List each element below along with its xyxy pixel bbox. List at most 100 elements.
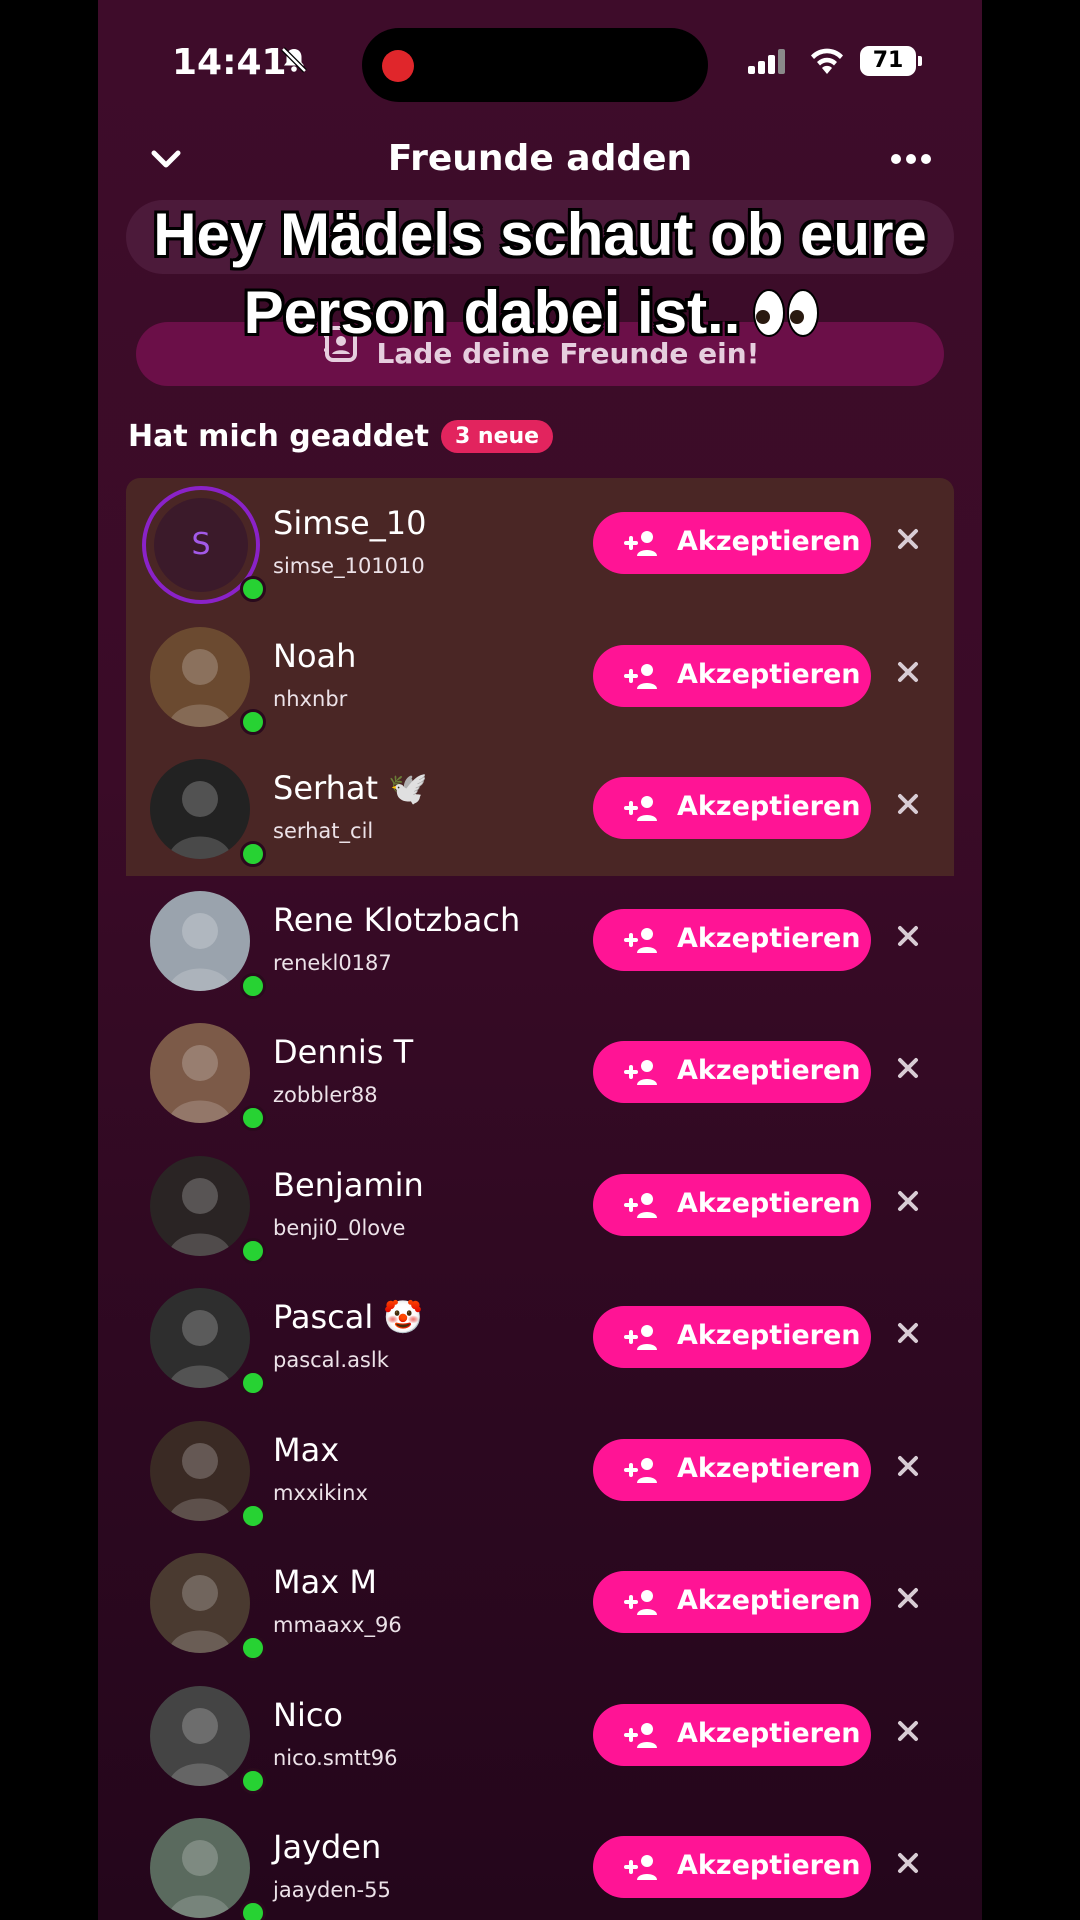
friend-request-row: Rene Klotzbach renekl0187 Akzeptieren	[98, 875, 982, 1007]
accept-label: Akzeptieren	[677, 923, 861, 954]
dismiss-close-icon[interactable]	[897, 1190, 919, 1216]
accept-button[interactable]: Akzeptieren	[593, 1571, 871, 1633]
avatar[interactable]	[150, 1686, 250, 1786]
dismiss-close-icon[interactable]	[897, 1587, 919, 1613]
clock: 14:41	[172, 42, 287, 83]
add-friend-icon	[623, 1322, 659, 1359]
online-status-dot	[240, 1768, 266, 1794]
avatar-photo-icon	[150, 1288, 250, 1388]
name-emoji: 🤡	[373, 1298, 424, 1336]
battery-level: 71	[872, 48, 904, 73]
avatar-initial: S	[154, 498, 248, 592]
avatar-photo-icon	[150, 627, 250, 727]
avatar[interactable]	[150, 1421, 250, 1521]
accept-label: Akzeptieren	[677, 791, 861, 822]
accept-button[interactable]: Akzeptieren	[593, 1174, 871, 1236]
contact-name-text: Jayden	[273, 1828, 382, 1866]
contact-name: Max M	[273, 1563, 377, 1601]
online-status-dot	[240, 709, 266, 735]
accept-label: Akzeptieren	[677, 1850, 861, 1881]
status-bar: 14:41 71	[98, 0, 982, 120]
accept-button[interactable]: Akzeptieren	[593, 512, 871, 574]
friend-request-row: Pascal 🤡 pascal.aslk Akzeptieren	[98, 1272, 982, 1404]
accept-button[interactable]: Akzeptieren	[593, 645, 871, 707]
contact-name-text: Noah	[273, 637, 357, 675]
dismiss-close-icon[interactable]	[897, 1852, 919, 1878]
dismiss-close-icon[interactable]	[897, 1057, 919, 1083]
online-status-dot	[240, 1105, 266, 1131]
add-friend-icon	[623, 528, 659, 565]
accept-label: Akzeptieren	[677, 1188, 861, 1219]
avatar-photo-icon	[150, 1818, 250, 1918]
contact-name: Dennis T	[273, 1033, 413, 1071]
contact-username: nico.smtt96	[273, 1746, 398, 1770]
contact-name: Rene Klotzbach	[273, 901, 520, 939]
contact-name: Max	[273, 1431, 339, 1469]
contact-username: pascal.aslk	[273, 1348, 389, 1372]
caption-overlay: Hey Mädels schaut ob eure Person dabei i…	[98, 196, 982, 352]
eyes-emoji-icon	[752, 280, 820, 358]
avatar[interactable]	[150, 1156, 250, 1256]
add-friend-icon	[623, 1720, 659, 1757]
section-title: Hat mich geaddet	[128, 419, 429, 454]
friend-request-row: Max M mmaaxx_96 Akzeptieren	[98, 1537, 982, 1669]
avatar[interactable]	[150, 1023, 250, 1123]
online-status-dot	[240, 1900, 266, 1920]
friend-request-row: S Simse_10 simse_101010 Akzeptieren	[98, 478, 982, 610]
add-friend-icon	[623, 1587, 659, 1624]
avatar-photo-icon	[150, 1553, 250, 1653]
accept-button[interactable]: Akzeptieren	[593, 909, 871, 971]
accept-button[interactable]: Akzeptieren	[593, 1836, 871, 1898]
add-friend-icon	[623, 793, 659, 830]
avatar-photo-icon	[150, 1686, 250, 1786]
dismiss-close-icon[interactable]	[897, 661, 919, 687]
avatar[interactable]	[150, 1288, 250, 1388]
cellular-signal-icon	[748, 48, 788, 78]
accept-label: Akzeptieren	[677, 659, 861, 690]
dismiss-close-icon[interactable]	[897, 1720, 919, 1746]
avatar[interactable]	[150, 627, 250, 727]
avatar-photo-icon	[150, 1156, 250, 1256]
contact-name-text: Nico	[273, 1696, 343, 1734]
accept-button[interactable]: Akzeptieren	[593, 1041, 871, 1103]
online-status-dot	[240, 1503, 266, 1529]
avatar[interactable]	[150, 1553, 250, 1653]
app-screen: 14:41 71 Freunde adden Lade deine Freund…	[98, 0, 982, 1920]
contact-name-text: Simse_10	[273, 504, 427, 542]
recording-indicator-icon	[382, 50, 414, 82]
contact-username: jaayden-55	[273, 1878, 391, 1902]
contact-name: Benjamin	[273, 1166, 424, 1204]
add-friend-icon	[623, 1057, 659, 1094]
contact-username: zobbler88	[273, 1083, 378, 1107]
friend-request-row: Max mxxikinx Akzeptieren	[98, 1405, 982, 1537]
accept-button[interactable]: Akzeptieren	[593, 1704, 871, 1766]
accept-label: Akzeptieren	[677, 526, 861, 557]
avatar[interactable]	[150, 1818, 250, 1918]
new-count-badge: 3 neue	[440, 420, 554, 453]
avatar-photo-icon	[150, 1421, 250, 1521]
avatar[interactable]	[150, 759, 250, 859]
dismiss-close-icon[interactable]	[897, 528, 919, 554]
accept-button[interactable]: Akzeptieren	[593, 777, 871, 839]
contact-name-text: Rene Klotzbach	[273, 901, 521, 939]
dismiss-close-icon[interactable]	[897, 1322, 919, 1348]
more-options-icon[interactable]	[890, 150, 932, 169]
contact-username: benji0_0love	[273, 1216, 406, 1240]
dismiss-close-icon[interactable]	[897, 925, 919, 951]
avatar[interactable]	[150, 891, 250, 991]
friend-request-row: Dennis T zobbler88 Akzeptieren	[98, 1007, 982, 1139]
dismiss-close-icon[interactable]	[897, 793, 919, 819]
contact-name: Pascal 🤡	[273, 1298, 423, 1336]
accept-button[interactable]: Akzeptieren	[593, 1439, 871, 1501]
contact-name: Nico	[273, 1696, 343, 1734]
accept-button[interactable]: Akzeptieren	[593, 1306, 871, 1368]
contact-name-text: Max M	[273, 1563, 377, 1601]
online-status-dot	[240, 576, 266, 602]
dismiss-close-icon[interactable]	[897, 1455, 919, 1481]
avatar-photo-icon	[150, 759, 250, 859]
contact-name: Jayden	[273, 1828, 381, 1866]
contact-name: Simse_10	[273, 504, 426, 542]
add-friend-icon	[623, 661, 659, 698]
contact-name-text: Max	[273, 1431, 340, 1469]
avatar-photo-icon	[150, 1023, 250, 1123]
